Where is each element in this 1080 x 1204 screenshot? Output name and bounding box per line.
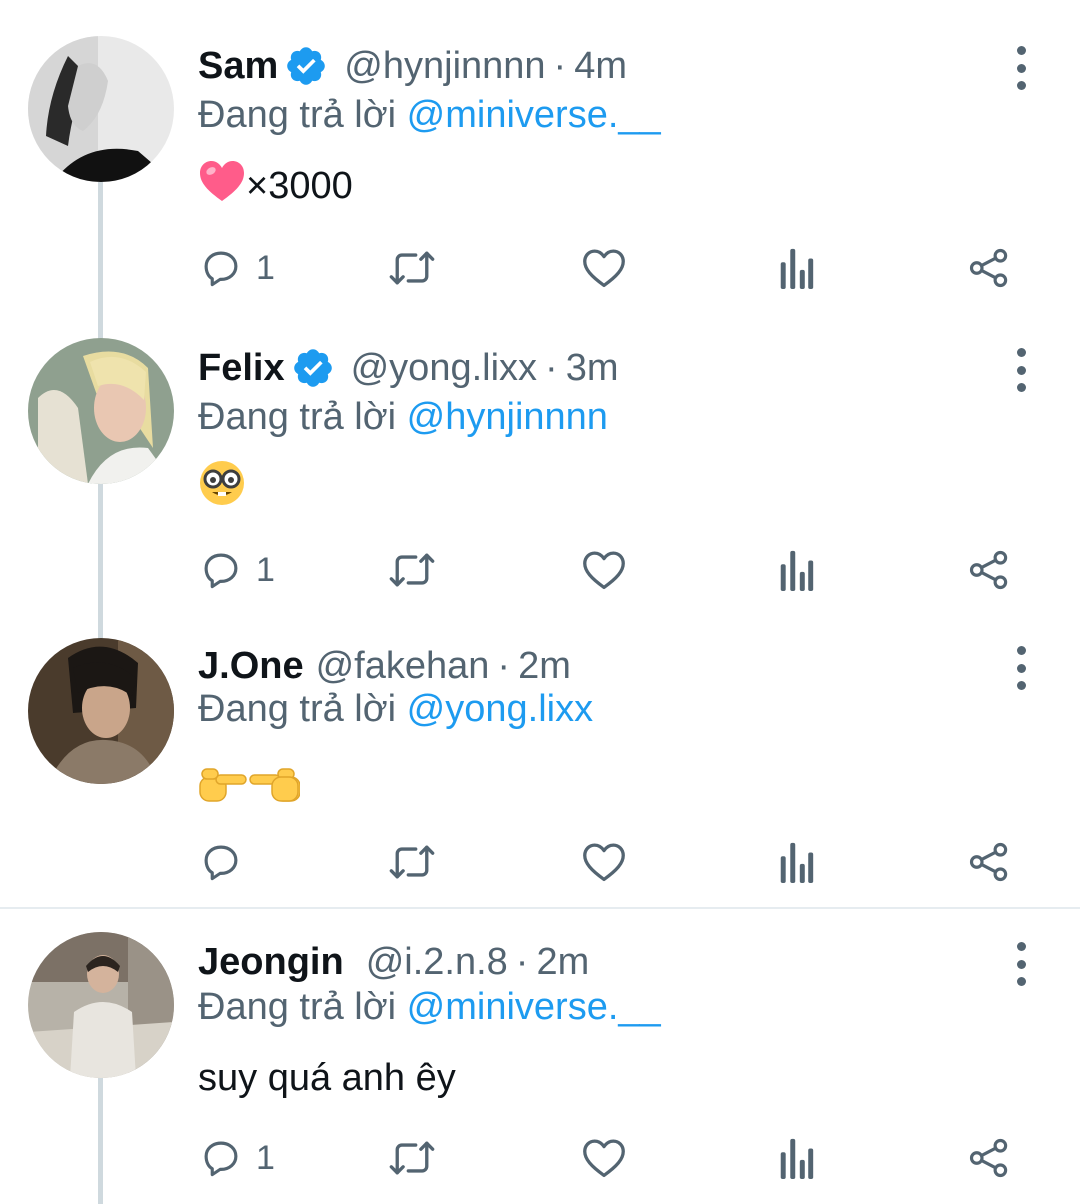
display-name[interactable]: Felix	[198, 347, 285, 390]
tweet-content: ×3000	[198, 160, 353, 212]
tweet-content	[198, 459, 246, 517]
more-options-icon[interactable]	[1004, 46, 1038, 90]
reply-prefix: Đang trả lời	[198, 396, 397, 438]
mention-link[interactable]: @miniverse.__	[407, 94, 661, 136]
replying-to: Đang trả lời @miniverse.__	[198, 94, 661, 137]
reply-button[interactable]: 1	[200, 238, 275, 298]
handle[interactable]: @yong.lixx	[351, 347, 537, 390]
share-button[interactable]	[968, 540, 1010, 600]
more-options-icon[interactable]	[1004, 646, 1038, 690]
more-options-icon[interactable]	[1004, 942, 1038, 986]
separator: ·	[497, 644, 511, 687]
handle[interactable]: @i.2.n.8	[366, 941, 508, 984]
reply-button[interactable]: 1	[200, 1128, 275, 1188]
pointing-fingers-emoji	[198, 757, 301, 815]
display-name[interactable]: Sam	[198, 45, 278, 88]
avatar[interactable]	[28, 338, 174, 484]
reply-button[interactable]	[200, 832, 256, 892]
reply-prefix: Đang trả lời	[198, 986, 397, 1028]
separator: ·	[553, 44, 567, 87]
tweet-content	[198, 757, 301, 815]
heart-icon	[583, 843, 625, 882]
mention-link[interactable]: @miniverse.__	[407, 986, 661, 1028]
reply-icon	[204, 251, 238, 287]
view-stats-button[interactable]	[778, 238, 814, 298]
timestamp[interactable]: 3m	[566, 347, 619, 390]
action-bar	[0, 832, 1080, 892]
timestamp[interactable]: 2m	[518, 645, 571, 688]
retweet-button[interactable]	[388, 832, 436, 892]
replying-to: Đang trả lời @miniverse.__	[198, 986, 661, 1029]
replying-to: Đang trả lời @yong.lixx	[198, 688, 593, 731]
handle[interactable]: @hynjinnnn	[344, 45, 545, 88]
view-stats-button[interactable]	[778, 1128, 814, 1188]
share-icon	[969, 550, 1008, 590]
retweet-button[interactable]	[388, 238, 436, 298]
display-name[interactable]: J.One	[198, 645, 304, 688]
reply-prefix: Đang trả lời	[198, 688, 397, 730]
tweet-text: ×3000	[246, 164, 353, 207]
like-button[interactable]	[582, 832, 626, 892]
view-stats-button[interactable]	[778, 832, 814, 892]
share-icon	[969, 1138, 1008, 1178]
tweet[interactable]: Jeongin @i.2.n.8 · 2m Đang trả lời @mini…	[0, 932, 1080, 1204]
share-icon	[969, 248, 1008, 288]
reply-icon	[204, 845, 238, 881]
pink-heart-emoji	[198, 159, 246, 213]
share-icon	[969, 842, 1008, 882]
reply-button[interactable]: 1	[200, 540, 275, 600]
like-button[interactable]	[582, 540, 626, 600]
tweet-divider	[0, 907, 1080, 909]
reply-count: 1	[256, 550, 275, 589]
mention-link[interactable]: @yong.lixx	[407, 688, 593, 730]
separator: ·	[515, 940, 529, 983]
view-stats-button[interactable]	[778, 540, 814, 600]
analytics-icon	[780, 842, 814, 883]
avatar[interactable]	[28, 638, 174, 784]
reply-icon	[204, 1141, 238, 1177]
handle[interactable]: @fakehan	[316, 645, 490, 688]
action-bar: 1	[0, 1128, 1080, 1188]
tweet[interactable]: Felix @yong.lixx · 3m Đang trả lời @hynj…	[0, 338, 1080, 638]
avatar[interactable]	[28, 932, 174, 1078]
display-name[interactable]: Jeongin	[198, 941, 344, 984]
analytics-icon	[780, 1138, 814, 1179]
share-button[interactable]	[968, 238, 1010, 298]
heart-icon	[583, 249, 625, 288]
analytics-icon	[780, 248, 814, 289]
tweet[interactable]: Sam @hynjinnnn · 4m Đang trả lời @minive…	[0, 36, 1080, 336]
more-options-icon[interactable]	[1004, 348, 1038, 392]
tweet-text: suy quá anh êy	[198, 1056, 456, 1099]
heart-icon	[583, 1139, 625, 1178]
separator: ·	[545, 346, 558, 389]
retweet-button[interactable]	[388, 540, 436, 600]
retweet-button[interactable]	[388, 1128, 436, 1188]
avatar[interactable]	[28, 36, 174, 182]
analytics-icon	[780, 550, 814, 591]
like-button[interactable]	[582, 238, 626, 298]
reply-prefix: Đang trả lời	[198, 94, 397, 136]
mention-link[interactable]: @hynjinnnn	[407, 396, 608, 438]
verified-badge-icon	[291, 346, 335, 390]
replying-to: Đang trả lời @hynjinnnn	[198, 396, 608, 439]
retweet-icon	[389, 251, 435, 285]
timestamp[interactable]: 4m	[574, 45, 627, 88]
nerd-face-emoji	[198, 459, 246, 517]
reply-count: 1	[256, 1138, 275, 1177]
reply-count: 1	[256, 248, 275, 287]
tweet[interactable]: J.One @fakehan · 2m Đang trả lời @yong.l…	[0, 636, 1080, 906]
timestamp[interactable]: 2m	[536, 941, 589, 984]
retweet-icon	[389, 1141, 435, 1175]
action-bar: 1	[0, 238, 1080, 298]
heart-icon	[583, 551, 625, 590]
verified-badge-icon	[284, 44, 328, 88]
retweet-icon	[389, 553, 435, 587]
share-button[interactable]	[968, 832, 1010, 892]
tweet-content: suy quá anh êy	[198, 1052, 456, 1104]
like-button[interactable]	[582, 1128, 626, 1188]
action-bar: 1	[0, 540, 1080, 600]
retweet-icon	[389, 845, 435, 879]
reply-icon	[204, 553, 238, 589]
share-button[interactable]	[968, 1128, 1010, 1188]
